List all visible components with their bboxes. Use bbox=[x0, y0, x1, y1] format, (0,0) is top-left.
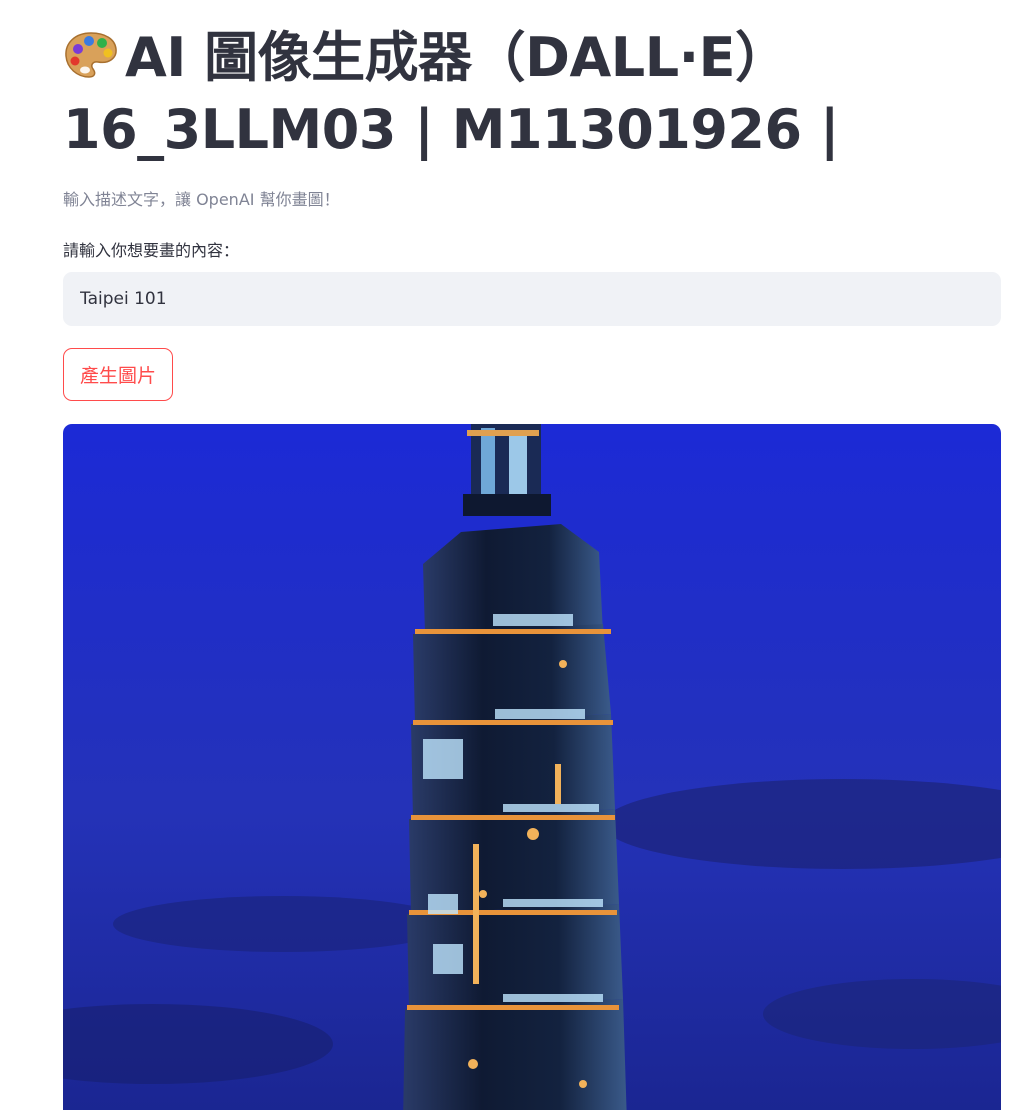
prompt-label: 請輸入你想要畫的內容： bbox=[63, 241, 240, 260]
title-text-1: AI 圖像生成器（DALL·E） bbox=[125, 26, 789, 89]
page-title: AI 圖像生成器（DALL·E） 16_3LLM03 | M11301926 | bbox=[63, 0, 1001, 166]
subtitle: 輸入描述文字，讓 OpenAI 幫你畫圖！ bbox=[63, 190, 340, 209]
title-line-1: AI 圖像生成器（DALL·E） bbox=[63, 22, 1001, 94]
main-content: AI 圖像生成器（DALL·E） 16_3LLM03 | M11301926 |… bbox=[63, 0, 1001, 1110]
generated-image bbox=[63, 424, 1001, 1110]
generate-image-button[interactable]: 產生圖片 bbox=[63, 348, 174, 401]
prompt-input[interactable] bbox=[63, 272, 1001, 326]
title-line-2: 16_3LLM03 | M11301926 | bbox=[63, 98, 840, 161]
artist-palette-icon bbox=[63, 26, 119, 78]
app-page: AI 圖像生成器（DALL·E） 16_3LLM03 | M11301926 |… bbox=[0, 0, 1030, 1110]
